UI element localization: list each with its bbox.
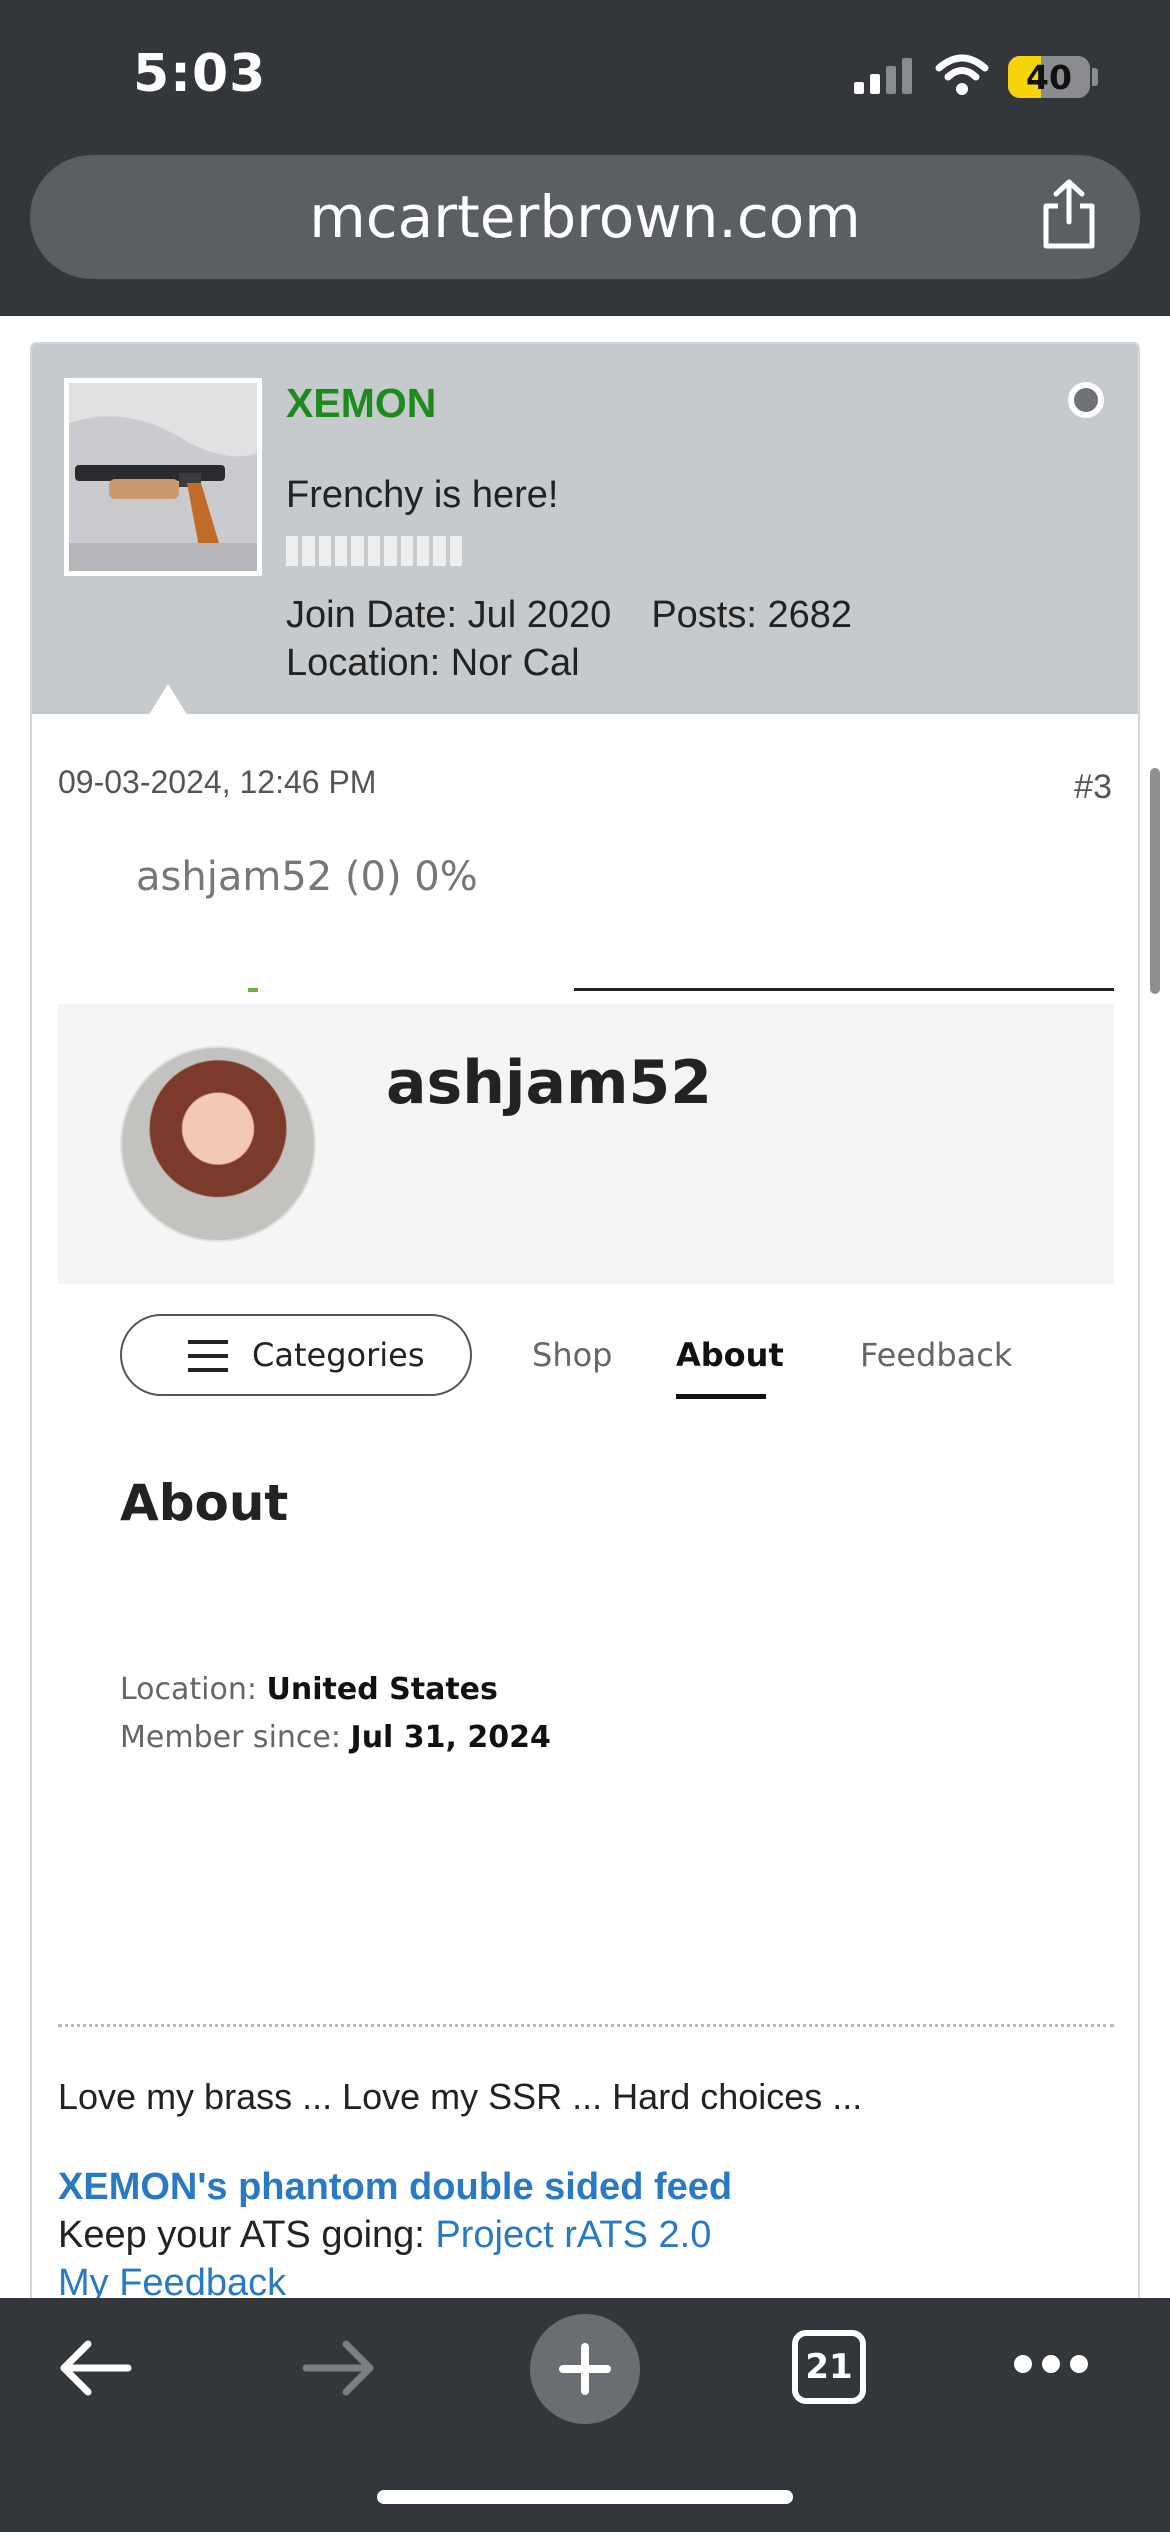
plus-icon	[559, 2343, 611, 2395]
battery-percent: 40	[1026, 57, 1072, 97]
active-tab-underline	[676, 1394, 766, 1399]
reputation-bar	[286, 536, 462, 566]
arrow-right-icon[interactable]	[302, 2338, 376, 2398]
battery-indicator: 40	[1008, 56, 1090, 98]
signature-link-rats[interactable]: Project rATS 2.0	[435, 2214, 711, 2256]
signature-link-feedback[interactable]: My Feedback	[58, 2262, 286, 2298]
web-page: XEMON Frenchy is here! Join Date: Jul 20…	[0, 316, 1170, 2298]
signature-text: Love my brass ... Love my SSR ... Hard c…	[58, 2076, 863, 2117]
tab-feedback: Feedback	[860, 1336, 1013, 1374]
online-status-icon	[1068, 382, 1104, 418]
tab-shop: Shop	[532, 1336, 613, 1374]
green-accent	[248, 988, 258, 992]
address-bar[interactable]: mcarterbrown.com	[30, 155, 1140, 279]
about-member-since: Member since: Jul 31, 2024	[120, 1720, 551, 1755]
seller-profile-banner: ashjam52	[58, 1004, 1114, 1284]
user-join-posts: Join Date: Jul 2020 Posts: 2682	[286, 594, 852, 637]
embedded-screenshot: ashjam52 (0) 0% ashjam52 Categories Shop…	[58, 854, 1114, 1974]
user-avatar[interactable]	[64, 378, 262, 576]
seller-nav: Categories Shop About Feedback	[58, 1314, 1114, 1424]
signature-link-feed[interactable]: XEMON's phantom double sided feed	[58, 2166, 732, 2209]
cellular-signal-icon	[854, 58, 912, 94]
browser-top-bar: 5:03 40 mcarterbrown.com	[0, 0, 1170, 316]
status-time: 5:03	[133, 44, 267, 104]
join-date: Join Date: Jul 2020	[286, 594, 612, 636]
about-location-value: United States	[266, 1672, 498, 1707]
arrow-left-icon[interactable]	[58, 2338, 132, 2398]
user-location: Location: Nor Cal	[286, 642, 580, 684]
seller-avatar	[120, 1046, 316, 1242]
post-user-header: XEMON Frenchy is here! Join Date: Jul 20…	[32, 344, 1138, 716]
about-location: Location: United States	[120, 1672, 498, 1707]
share-icon[interactable]	[1038, 178, 1100, 250]
new-tab-button[interactable]	[530, 2314, 640, 2424]
signature-ats-line: Keep your ATS going: Project rATS 2.0	[58, 2214, 711, 2257]
wifi-icon	[935, 54, 989, 95]
signature-divider	[58, 2024, 1114, 2027]
about-location-label: Location:	[120, 1672, 257, 1707]
home-indicator	[377, 2490, 793, 2504]
post-username[interactable]: XEMON	[286, 380, 436, 427]
tabs-button[interactable]: 21	[792, 2330, 866, 2404]
more-dots-icon[interactable]	[1014, 2352, 1088, 2376]
tab-about: About	[676, 1336, 784, 1374]
divider-line	[574, 988, 1114, 991]
signature-ats-prefix: Keep your ATS going:	[58, 2214, 436, 2256]
battery-cap	[1092, 68, 1098, 86]
paintball-marker-image	[69, 383, 257, 571]
avatar-image	[69, 383, 257, 571]
categories-button: Categories	[120, 1314, 472, 1396]
url-text: mcarterbrown.com	[309, 183, 861, 251]
feedback-summary: ashjam52 (0) 0%	[136, 854, 478, 900]
categories-label: Categories	[252, 1336, 425, 1374]
forum-post: XEMON Frenchy is here! Join Date: Jul 20…	[30, 342, 1140, 2298]
post-date: 09-03-2024, 12:46 PM	[58, 764, 377, 800]
seller-name: ashjam52	[386, 1048, 712, 1118]
scrollbar[interactable]	[1150, 768, 1160, 994]
user-title: Frenchy is here!	[286, 474, 559, 516]
member-since-label: Member since:	[120, 1720, 341, 1755]
member-since-value: Jul 31, 2024	[350, 1720, 551, 1755]
hamburger-menu-icon	[188, 1340, 228, 1372]
post-count: Posts: 2682	[651, 594, 853, 636]
header-pointer	[148, 684, 188, 716]
about-heading: About	[120, 1474, 289, 1532]
post-number-link[interactable]: #3	[1074, 768, 1112, 807]
